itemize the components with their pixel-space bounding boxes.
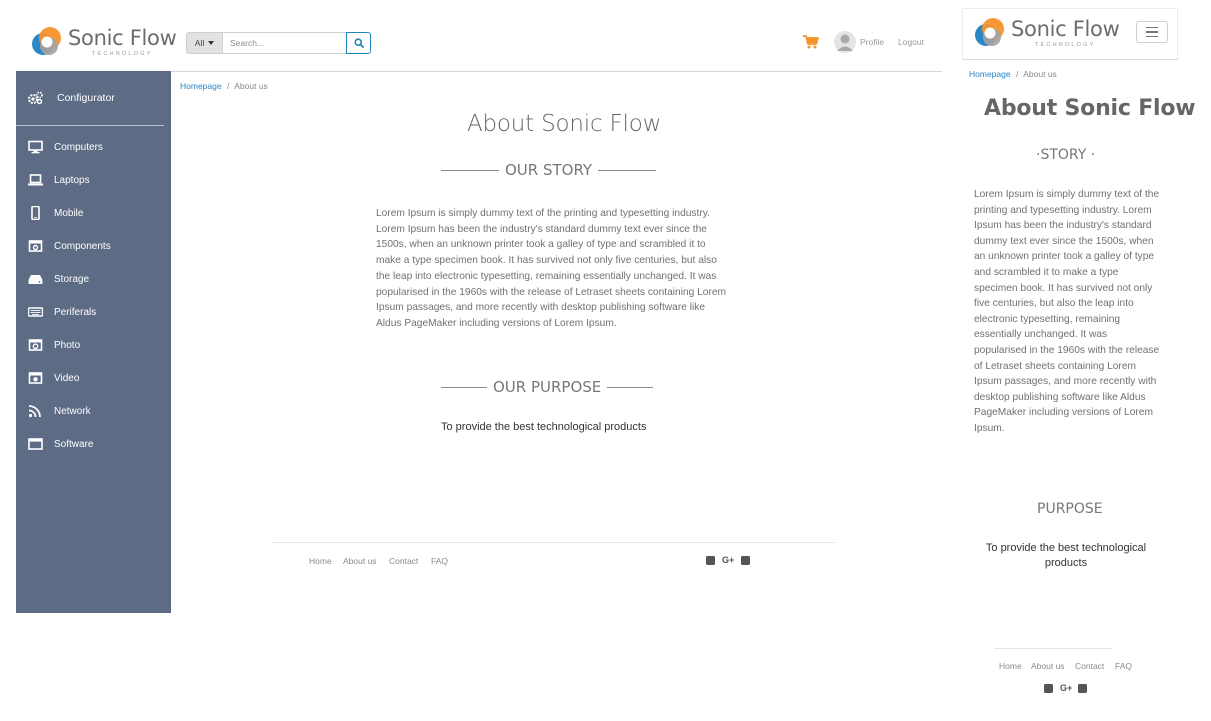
sidebar-item-computers[interactable]: Computers xyxy=(16,134,171,160)
sidebar: Configurator Computers Laptops Mobile Co… xyxy=(16,71,171,613)
heading-rule xyxy=(441,386,487,388)
hamburger-menu-button[interactable] xyxy=(1136,21,1168,43)
page-title: About Sonic Flow xyxy=(467,111,662,137)
linkedin-icon[interactable] xyxy=(741,556,750,565)
logout-link[interactable]: Logout xyxy=(898,37,924,47)
breadcrumb-home-link[interactable]: Homepage xyxy=(969,69,1011,79)
mobile-footer-link-home[interactable]: Home xyxy=(999,661,1022,671)
sidebar-item-video[interactable]: Video xyxy=(16,365,171,391)
component-icon xyxy=(28,240,43,252)
header-divider xyxy=(170,71,942,72)
mobile-footer-link-faq[interactable]: FAQ xyxy=(1115,661,1132,671)
brand-name: Sonic Flow xyxy=(68,25,177,50)
heading-rule xyxy=(598,169,657,171)
mobile-purpose-text: To provide the best technological produc… xyxy=(985,542,1147,569)
sidebar-item-label: Video xyxy=(54,372,80,384)
linkedin-icon[interactable] xyxy=(1078,684,1087,693)
breadcrumb-separator: / xyxy=(1015,69,1019,79)
footer-divider xyxy=(273,542,835,543)
search-icon xyxy=(353,38,364,48)
facebook-icon[interactable] xyxy=(1044,684,1053,693)
search-input[interactable] xyxy=(222,32,346,54)
sidebar-item-label: Mobile xyxy=(54,207,84,219)
footer-link-home[interactable]: Home xyxy=(309,556,332,566)
caret-down-icon xyxy=(208,41,215,45)
mobile-brand-logo[interactable]: Sonic Flow TECHNOLOGY xyxy=(973,16,1120,50)
breadcrumb-home-link[interactable]: Homepage xyxy=(180,81,222,91)
sidebar-item-components[interactable]: Components xyxy=(16,233,171,259)
camera-icon xyxy=(28,339,43,351)
mobile-story-text: Lorem Ipsum is simply dummy text of the … xyxy=(974,189,1160,434)
sidebar-item-laptops[interactable]: Laptops xyxy=(16,167,171,193)
brand-tagline: TECHNOLOGY xyxy=(91,50,153,57)
purpose-heading-text: OUR PURPOSE xyxy=(493,378,602,396)
mobile-footer-link-contact[interactable]: Contact xyxy=(1075,661,1104,671)
hamburger-icon-bar xyxy=(1146,26,1158,29)
brand-logo[interactable]: Sonic Flow TECHNOLOGY xyxy=(30,25,177,59)
search-bar: All xyxy=(186,32,371,54)
monitor-icon xyxy=(28,140,43,154)
sidebar-item-label: Network xyxy=(54,405,91,417)
purpose-text: To provide the best technological produc… xyxy=(441,421,647,433)
wifi-icon xyxy=(28,405,41,418)
storage-icon xyxy=(28,275,43,284)
sidebar-item-label: Components xyxy=(54,240,111,252)
google-plus-icon[interactable]: G+ xyxy=(722,555,734,565)
hamburger-icon-bar xyxy=(1146,31,1158,33)
breadcrumb: Homepage / About us xyxy=(180,81,268,91)
sidebar-item-periferals[interactable]: Periferals xyxy=(16,299,171,325)
mobile-footer-divider xyxy=(994,648,1112,649)
breadcrumb-current: About us xyxy=(234,81,268,91)
purpose-heading: OUR PURPOSE xyxy=(441,378,654,396)
mobile-icon xyxy=(31,206,40,220)
sidebar-item-configurator[interactable]: Configurator xyxy=(16,85,171,111)
sidebar-item-software[interactable]: Software xyxy=(16,431,171,457)
laptop-icon xyxy=(28,174,43,186)
story-heading: OUR STORY xyxy=(441,161,657,179)
breadcrumb-separator: / xyxy=(226,81,230,91)
sidebar-item-label: Periferals xyxy=(54,306,97,318)
window-icon xyxy=(28,438,43,450)
profile-link[interactable]: Profile xyxy=(860,37,884,47)
sidebar-item-mobile[interactable]: Mobile xyxy=(16,200,171,226)
keyboard-icon xyxy=(28,307,43,317)
sidebar-item-label: Software xyxy=(54,438,94,450)
sidebar-item-label: Computers xyxy=(54,141,103,153)
story-heading-text: OUR STORY xyxy=(505,161,593,179)
mobile-purpose-heading: PURPOSE xyxy=(1037,501,1103,517)
sidebar-item-storage[interactable]: Storage xyxy=(16,266,171,292)
sonic-flow-logo-icon xyxy=(32,27,61,55)
avatar[interactable] xyxy=(834,30,856,54)
search-category-label: All xyxy=(194,38,205,48)
gears-icon xyxy=(28,91,43,105)
search-button[interactable] xyxy=(346,32,371,54)
brand-name: Sonic Flow xyxy=(1011,16,1120,41)
video-camera-icon xyxy=(28,372,43,384)
sidebar-item-photo[interactable]: Photo xyxy=(16,332,171,358)
mobile-footer-link-about[interactable]: About us xyxy=(1031,661,1065,671)
brand-tagline: TECHNOLOGY xyxy=(1034,41,1096,48)
story-text: Lorem Ipsum is simply dummy text of the … xyxy=(376,208,726,329)
sidebar-divider xyxy=(16,125,164,126)
heading-rule xyxy=(607,386,654,388)
breadcrumb-current: About us xyxy=(1023,69,1057,79)
footer-link-faq[interactable]: FAQ xyxy=(431,556,448,566)
sidebar-item-network[interactable]: Network xyxy=(16,398,171,424)
sidebar-item-label: Storage xyxy=(54,273,90,285)
mobile-page-title: About Sonic Flow xyxy=(984,96,1196,121)
cart-icon[interactable] xyxy=(803,35,819,49)
sidebar-item-label: Configurator xyxy=(57,92,115,104)
mobile-breadcrumb: Homepage / About us xyxy=(969,69,1057,79)
hamburger-icon-bar xyxy=(1146,35,1158,38)
sidebar-item-label: Laptops xyxy=(54,174,90,186)
heading-rule xyxy=(441,169,499,171)
footer-link-contact[interactable]: Contact xyxy=(389,556,418,566)
google-plus-icon[interactable]: G+ xyxy=(1060,683,1072,693)
sidebar-item-label: Photo xyxy=(54,339,81,351)
footer-link-about[interactable]: About us xyxy=(343,556,377,566)
search-category-dropdown[interactable]: All xyxy=(186,32,222,54)
mobile-story-heading: ·STORY · xyxy=(1036,147,1096,163)
facebook-icon[interactable] xyxy=(706,556,715,565)
sonic-flow-logo-icon xyxy=(975,18,1004,46)
